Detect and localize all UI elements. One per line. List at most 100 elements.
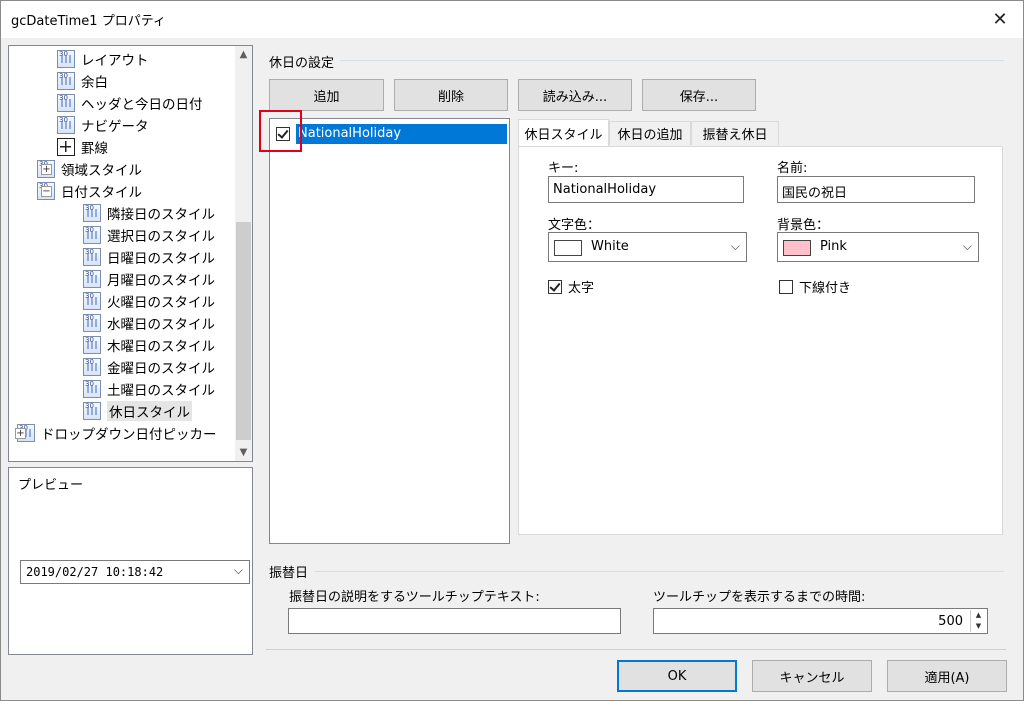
tree-item[interactable]: 水曜日のスタイル <box>83 312 215 334</box>
tab-holiday-style[interactable]: 休日スタイル <box>518 119 609 146</box>
tree-item-label: 休日スタイル <box>107 401 192 421</box>
preview-label: プレビュー <box>18 478 84 493</box>
tree-item[interactable]: 火曜日のスタイル <box>83 290 215 312</box>
tree-item[interactable]: ナビゲータ <box>57 114 149 136</box>
calendar-icon <box>83 292 101 310</box>
scroll-thumb[interactable] <box>236 222 251 440</box>
preview-datetime-value: 2019/02/27 10:18:42 <box>26 565 164 579</box>
substitute-title: 振替日 <box>269 562 315 581</box>
title-bar: gcDateTime1 プロパティ ✕ <box>1 1 1023 38</box>
tree-item-label: 土曜日のスタイル <box>107 383 215 399</box>
holiday-style-page: キー: NationalHoliday 名前: 国民の祝日 文字色： White… <box>518 146 1003 535</box>
tree-item-label: ヘッダと今日の日付 <box>81 97 203 113</box>
tree-item-label: 金曜日のスタイル <box>107 361 215 377</box>
tooltip-text-label: 振替日の説明をするツールチップテキスト: <box>289 590 540 605</box>
fore-color-combo[interactable]: White ⌵ <box>548 232 747 262</box>
underline-option[interactable]: 下線付き <box>779 277 851 296</box>
collapse-icon[interactable]: − <box>41 186 52 197</box>
tree-item[interactable]: 日曜日のスタイル <box>83 246 215 268</box>
list-item[interactable]: NationalHoliday <box>272 123 507 145</box>
calendar-icon <box>57 94 75 112</box>
load-button[interactable]: 読み込み... <box>518 79 632 111</box>
spin-up-icon[interactable]: ▲ <box>971 610 986 621</box>
tree-item[interactable]: レイアウト <box>57 48 149 70</box>
tooltip-delay-label: ツールチップを表示するまでの時間: <box>653 590 866 605</box>
chevron-down-icon[interactable]: ⌵ <box>963 239 972 254</box>
key-label: キー: <box>548 161 579 176</box>
tree-item-label: 火曜日のスタイル <box>107 295 215 311</box>
back-color-label: 背景色： <box>777 218 830 233</box>
calendar-icon <box>83 336 101 354</box>
tree-item[interactable]: 休日スタイル <box>83 400 192 422</box>
calendar-icon <box>83 402 101 420</box>
preview-datetime-combo[interactable]: 2019/02/27 10:18:42 ⌵ <box>20 560 250 584</box>
group-divider <box>271 571 1004 572</box>
expand-icon[interactable]: + <box>41 164 52 175</box>
scroll-down-icon[interactable]: ▼ <box>235 444 252 461</box>
tree-item[interactable]: 月曜日のスタイル <box>83 268 215 290</box>
holiday-settings-title: 休日の設定 <box>269 52 341 71</box>
spin-buttons[interactable]: ▲ ▼ <box>970 610 986 632</box>
properties-dialog: gcDateTime1 プロパティ ✕ ▲ ▼ レイアウト余白ヘッダと今日の日付… <box>0 0 1024 701</box>
grid-icon <box>57 138 75 156</box>
layout-icon <box>57 50 75 68</box>
tree-item-label: 余白 <box>81 75 108 91</box>
tree-item[interactable]: 土曜日のスタイル <box>83 378 215 400</box>
spin-down-icon[interactable]: ▼ <box>971 621 986 632</box>
tree-item[interactable]: 選択日のスタイル <box>83 224 215 246</box>
tab-substitute-holiday[interactable]: 振替え休日 <box>691 121 779 145</box>
tree-item-label: 隣接日のスタイル <box>107 207 215 223</box>
tooltip-delay-stepper[interactable]: 500 ▲ ▼ <box>653 608 988 634</box>
tree-item[interactable]: ドロップダウン日付ピッカー <box>17 422 217 444</box>
tree-item[interactable]: 余白 <box>57 70 108 92</box>
bold-label: 太字 <box>568 281 595 296</box>
tree-item[interactable]: 罫線 <box>57 136 108 158</box>
back-color-swatch <box>783 240 811 256</box>
window-title: gcDateTime1 プロパティ <box>11 14 166 29</box>
holiday-item-label: NationalHoliday <box>296 124 507 144</box>
expand-icon[interactable]: + <box>15 428 26 439</box>
tooltip-delay-value: 500 <box>938 614 963 629</box>
fore-color-swatch <box>554 240 582 256</box>
add-button[interactable]: 追加 <box>269 79 384 111</box>
category-tree[interactable]: ▲ ▼ レイアウト余白ヘッダと今日の日付ナビゲータ罫線領域スタイル + 日付スタイル… <box>8 45 253 462</box>
close-button[interactable]: ✕ <box>977 1 1023 38</box>
tree-item[interactable]: 木曜日のスタイル <box>83 334 215 356</box>
underline-checkbox[interactable] <box>779 279 793 294</box>
tree-item-label: 月曜日のスタイル <box>107 273 215 289</box>
fore-color-label: 文字色： <box>548 218 601 233</box>
back-color-value: Pink <box>820 239 847 254</box>
chevron-down-icon[interactable]: ⌵ <box>234 563 243 578</box>
cancel-button[interactable]: キャンセル <box>752 660 872 692</box>
tree-item-label: 日付スタイル <box>61 185 142 201</box>
ok-button[interactable]: OK <box>617 660 737 692</box>
tree-item[interactable]: 日付スタイル <box>37 180 142 202</box>
tree-item[interactable]: 隣接日のスタイル <box>83 202 215 224</box>
save-button[interactable]: 保存... <box>642 79 756 111</box>
highlight-annotation <box>259 110 302 152</box>
name-field[interactable]: 国民の祝日 <box>777 176 975 203</box>
back-color-combo[interactable]: Pink ⌵ <box>777 232 979 262</box>
tooltip-text-field[interactable] <box>288 608 621 634</box>
calendar-icon <box>83 270 101 288</box>
tree-item-label: ドロップダウン日付ピッカー <box>41 427 217 443</box>
calendar-icon <box>57 72 75 90</box>
tree-item-label: 木曜日のスタイル <box>107 339 215 355</box>
apply-button[interactable]: 適用(A) <box>887 660 1007 692</box>
tree-item-label: 水曜日のスタイル <box>107 317 215 333</box>
scroll-up-icon[interactable]: ▲ <box>235 46 252 63</box>
tree-item-label: レイアウト <box>81 53 149 69</box>
tab-add-holiday[interactable]: 休日の追加 <box>609 121 691 145</box>
bold-checkbox[interactable] <box>548 279 562 294</box>
chevron-down-icon[interactable]: ⌵ <box>731 239 740 254</box>
tree-scrollbar[interactable]: ▲ ▼ <box>235 46 252 461</box>
name-label: 名前: <box>777 161 808 176</box>
key-field[interactable]: NationalHoliday <box>548 176 744 203</box>
tree-item[interactable]: 金曜日のスタイル <box>83 356 215 378</box>
holiday-list[interactable]: NationalHoliday <box>269 118 510 544</box>
tree-item[interactable]: 領域スタイル <box>37 158 142 180</box>
bold-option[interactable]: 太字 <box>548 277 594 296</box>
calendar-icon <box>83 358 101 376</box>
delete-button[interactable]: 削除 <box>394 79 508 111</box>
tree-item[interactable]: ヘッダと今日の日付 <box>57 92 203 114</box>
